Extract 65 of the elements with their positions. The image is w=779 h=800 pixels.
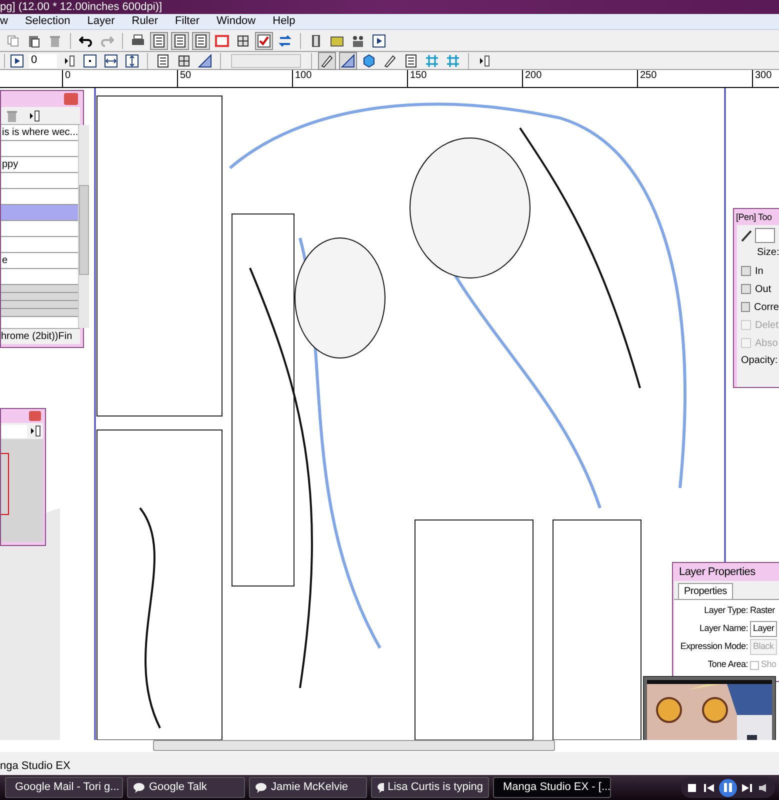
printer-icon <box>131 34 145 48</box>
pen-button[interactable] <box>318 52 336 70</box>
window-title: pg] (12.00 * 12.00inches 600dpi)] <box>0 2 162 12</box>
speech-bubble-icon <box>133 782 145 794</box>
next-icon <box>742 784 752 792</box>
scrollbar[interactable] <box>0 740 779 752</box>
stop-icon <box>688 784 696 792</box>
taskbar-button[interactable]: Google Mail - Tori g... <box>5 777 123 798</box>
ruler-button[interactable] <box>339 52 357 70</box>
document-icon <box>404 54 418 68</box>
taskbar-button[interactable]: Lisa Curtis is typing <box>371 777 489 798</box>
speaker-icon <box>759 784 769 792</box>
grid-icon <box>236 34 250 48</box>
folder-icon <box>330 34 344 48</box>
doc-button[interactable] <box>192 32 210 50</box>
status-text: nga Studio EX <box>0 758 70 774</box>
doc-button[interactable] <box>171 32 189 50</box>
doc-button[interactable] <box>150 32 168 50</box>
taskbar-button[interactable]: Jamie McKelvie <box>249 777 367 798</box>
menu-item[interactable]: Filter <box>175 16 200 27</box>
copy-icon <box>6 34 20 48</box>
pause-icon <box>724 783 732 792</box>
menu-item[interactable]: Help <box>272 16 296 27</box>
hfit-button[interactable] <box>102 52 120 70</box>
frame-icon <box>215 34 229 48</box>
taskbar-button[interactable]: Manga Studio EX - [... <box>493 777 611 798</box>
redo-icon <box>100 34 114 48</box>
document-icon <box>173 34 187 48</box>
rotation-field[interactable]: 0 <box>29 54 57 68</box>
arrows-icon <box>104 54 118 68</box>
play-icon <box>372 34 386 48</box>
speech-bubble-icon <box>255 782 267 794</box>
previous-icon <box>704 784 714 792</box>
clipboard-icon <box>27 34 41 48</box>
vfit-button[interactable] <box>123 52 141 70</box>
menu-item[interactable]: Layer <box>87 16 115 27</box>
document-icon <box>194 34 208 48</box>
check-button[interactable] <box>255 32 273 50</box>
people-icon <box>351 34 365 48</box>
play-button[interactable] <box>8 52 26 70</box>
scrollbar-thumb[interactable] <box>153 740 555 751</box>
ruler-button[interactable] <box>196 52 214 70</box>
dot-button[interactable] <box>81 52 99 70</box>
checkbox-icon <box>257 34 271 48</box>
hash-icon <box>425 54 439 68</box>
play-button[interactable] <box>370 32 388 50</box>
chevron-icon <box>477 54 491 68</box>
menu-item[interactable]: w <box>0 16 8 27</box>
menu-item[interactable]: Ruler <box>132 16 158 27</box>
play-icon <box>10 54 24 68</box>
menu-item[interactable]: Selection <box>24 16 70 27</box>
hash-icon <box>446 54 460 68</box>
swap-icon <box>278 34 292 48</box>
taskbar-button[interactable]: Google Talk <box>127 777 245 798</box>
document-icon <box>156 54 170 68</box>
pause-button[interactable] <box>719 778 737 796</box>
arrows-icon <box>125 54 139 68</box>
speech-bubble-icon <box>377 782 384 794</box>
undo-icon <box>79 34 93 48</box>
panel-icon <box>309 34 323 48</box>
grid-icon <box>177 54 191 68</box>
document-icon <box>152 34 166 48</box>
trash-icon <box>48 34 62 48</box>
menu-item[interactable]: Window <box>216 16 256 27</box>
chevron-icon <box>62 54 76 68</box>
